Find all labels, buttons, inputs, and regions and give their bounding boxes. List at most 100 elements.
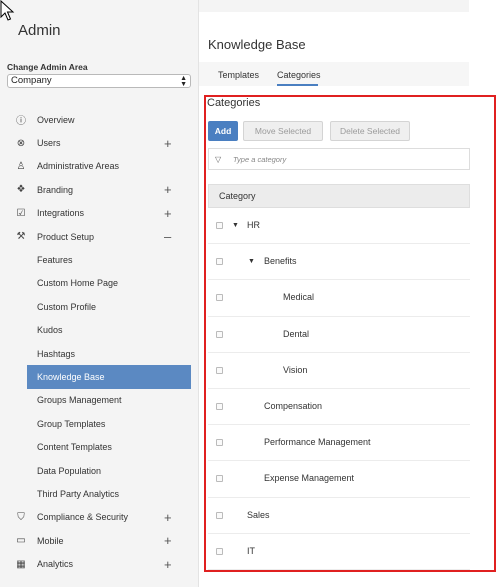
sidebar-title: Admin — [18, 22, 61, 39]
category-label: Benefits — [264, 256, 297, 267]
category-label: Expense Management — [264, 473, 355, 484]
category-label: Dental — [283, 328, 310, 339]
expand-icon[interactable]: + — [164, 207, 172, 220]
row-checkbox[interactable] — [216, 366, 223, 374]
admin-area-select[interactable]: Company ▲ ▼ — [7, 74, 191, 88]
row-checkbox[interactable] — [216, 475, 223, 483]
move-selected-button[interactable]: Move Selected — [243, 121, 323, 141]
sidebar-item-kudos[interactable]: Kudos — [0, 319, 199, 342]
sidebar-item-compliance-security[interactable]: ⛉ Compliance & Security + — [0, 506, 199, 529]
integrations-icon: ☑ — [16, 207, 26, 219]
shield-icon: ⛉ — [17, 511, 25, 523]
select-arrows-icon: ▲ ▼ — [180, 75, 187, 88]
sidebar-item-overview[interactable]: ⓘ Overview — [0, 108, 199, 131]
category-label: IT — [247, 545, 255, 556]
table-row[interactable]: Vision — [208, 353, 470, 389]
sidebar-item-label: Custom Profile — [37, 301, 97, 312]
category-label: Performance Management — [264, 437, 371, 448]
sidebar-item-label: Branding — [37, 184, 74, 195]
sidebar-item-label: Custom Home Page — [37, 278, 119, 289]
row-checkbox[interactable] — [216, 294, 223, 302]
sidebar-item-integrations[interactable]: ☑ Integrations + — [0, 202, 199, 225]
table-row[interactable]: Medical — [208, 280, 470, 317]
table-row[interactable]: Compensation — [208, 389, 470, 426]
row-checkbox[interactable] — [216, 439, 223, 447]
sidebar-item-label: Overview — [37, 114, 75, 125]
sidebar-item-features[interactable]: Features — [0, 248, 199, 271]
main-content: Knowledge Base Templates Categories Cate… — [199, 0, 501, 587]
wrench-icon: ⚒ — [16, 231, 26, 243]
info-icon: ⓘ — [16, 116, 26, 128]
active-tab-indicator — [277, 84, 318, 86]
table-row[interactable]: Sales — [208, 498, 470, 534]
sidebar-item-groups-management[interactable]: Groups Management — [0, 389, 199, 412]
add-button[interactable]: Add — [208, 121, 238, 141]
table-row[interactable]: Expense Management — [208, 461, 470, 498]
mobile-icon: ▭ — [16, 535, 26, 547]
tab-categories[interactable]: Categories — [277, 70, 321, 80]
sidebar-item-label: Users — [37, 138, 61, 149]
sidebar-item-label: Hashtags — [37, 348, 76, 359]
row-checkbox[interactable] — [216, 511, 223, 519]
category-label: Sales — [247, 509, 270, 520]
sidebar-item-data-population[interactable]: Data Population — [0, 459, 199, 482]
sidebar-item-custom-home-page[interactable]: Custom Home Page — [0, 272, 199, 295]
sidebar-item-users[interactable]: ⊗ Users + — [0, 131, 199, 154]
chevron-down-icon[interactable]: ▼ — [248, 258, 255, 265]
sidebar-item-label: Integrations — [37, 208, 85, 219]
sidebar-item-third-party-analytics[interactable]: Third Party Analytics — [0, 482, 199, 505]
tab-templates[interactable]: Templates — [218, 70, 259, 80]
expand-icon[interactable]: + — [164, 558, 172, 571]
category-filter-input[interactable]: ▽ Type a category — [208, 148, 470, 170]
analytics-icon: ▦ — [16, 558, 26, 570]
sidebar-item-hashtags[interactable]: Hashtags — [0, 342, 199, 365]
table-row[interactable]: Dental — [208, 317, 470, 353]
category-label: Vision — [283, 364, 308, 375]
expand-icon[interactable]: + — [164, 511, 172, 524]
sidebar-item-mobile[interactable]: ▭ Mobile + — [0, 529, 199, 552]
category-table: Category ▼ HR ▼ Benefits Medical Dental Vision… — [208, 184, 470, 570]
table-row[interactable]: ▼ HR — [208, 208, 470, 245]
table-header: Category — [208, 184, 470, 208]
table-row[interactable]: ▼ Benefits — [208, 244, 470, 281]
top-bar — [199, 0, 469, 12]
sidebar-item-knowledge-base[interactable]: Knowledge Base — [27, 365, 191, 389]
sidebar-item-branding[interactable]: ❖ Branding + — [0, 178, 199, 201]
sidebar-item-product-setup[interactable]: ⚒ Product Setup – — [0, 225, 199, 248]
chevron-down-icon[interactable]: ▼ — [232, 222, 239, 229]
expand-icon[interactable]: + — [164, 534, 172, 547]
sidebar-item-label: Product Setup — [37, 231, 95, 242]
sidebar-item-label: Kudos — [37, 325, 63, 336]
category-label: Compensation — [264, 400, 323, 411]
page-title: Knowledge Base — [208, 37, 306, 52]
sidebar-item-custom-profile[interactable]: Custom Profile — [0, 295, 199, 318]
row-checkbox[interactable] — [216, 402, 223, 410]
sidebar-item-administrative-areas[interactable]: ♙ Administrative Areas — [0, 155, 199, 178]
row-checkbox[interactable] — [216, 258, 223, 266]
org-chart-icon: ♙ — [16, 160, 26, 172]
collapse-icon[interactable]: – — [164, 230, 171, 243]
row-checkbox[interactable] — [216, 222, 223, 229]
sidebar-item-analytics[interactable]: ▦ Analytics + — [0, 552, 199, 575]
table-row[interactable]: Performance Management — [208, 425, 470, 462]
filter-icon: ▽ — [215, 154, 222, 164]
sidebar-item-label: Group Templates — [37, 418, 106, 429]
sidebar-item-group-templates[interactable]: Group Templates — [0, 412, 199, 435]
row-checkbox[interactable] — [216, 547, 223, 555]
row-checkbox[interactable] — [216, 330, 223, 338]
sidebar-item-content-templates[interactable]: Content Templates — [0, 435, 199, 458]
sidebar: Admin Change Admin Area Company ▲ ▼ ⓘ Over… — [0, 0, 199, 587]
table-row[interactable]: IT — [208, 534, 470, 570]
filter-placeholder: Type a category — [233, 154, 287, 164]
branding-icon: ❖ — [16, 184, 26, 196]
category-label: Medical — [283, 292, 315, 303]
sidebar-item-label: Content Templates — [37, 442, 112, 453]
sidebar-nav: ⓘ Overview ⊗ Users + ♙ Administrative Areas ❖ Br… — [0, 108, 199, 576]
mouse-cursor-icon — [0, 0, 15, 21]
admin-page: Admin Change Admin Area Company ▲ ▼ ⓘ Over… — [0, 0, 501, 587]
delete-selected-button[interactable]: Delete Selected — [330, 121, 410, 141]
sidebar-item-label: Compliance & Security — [37, 512, 129, 523]
expand-icon[interactable]: + — [164, 137, 172, 150]
expand-icon[interactable]: + — [164, 183, 172, 196]
sidebar-item-label: Groups Management — [37, 395, 122, 406]
